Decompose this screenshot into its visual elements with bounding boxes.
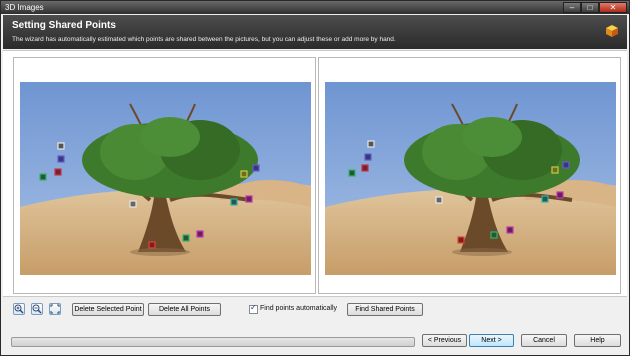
zoom-in-icon [14, 304, 24, 314]
wizard-footer: < Previous Next > Cancel Help [1, 329, 629, 355]
find-automatically-label[interactable]: Find points automatically [260, 305, 337, 312]
fit-to-window-icon [50, 304, 60, 314]
find-automatically-checkbox[interactable]: ✓ [249, 303, 258, 314]
zoom-out-button[interactable] [31, 303, 43, 315]
next-button[interactable]: Next > [469, 334, 514, 347]
fit-to-window-button[interactable] [49, 303, 61, 315]
page-description: The wizard has automatically estimated w… [12, 36, 396, 43]
window-controls: – □ ✕ [563, 2, 627, 13]
3d-cube-icon [606, 25, 618, 37]
delete-all-points-button[interactable]: Delete All Points [148, 303, 221, 316]
find-shared-points-button[interactable]: Find Shared Points [347, 303, 423, 316]
zoom-in-button[interactable] [13, 303, 25, 315]
close-button[interactable]: ✕ [599, 2, 627, 13]
delete-selected-point-button[interactable]: Delete Selected Point [72, 303, 144, 316]
right-photo-image [325, 82, 616, 275]
left-image-pane[interactable] [13, 57, 316, 294]
wizard-header: Setting Shared Points The wizard has aut… [3, 15, 627, 49]
points-toolbar: Delete Selected Point Delete All Points … [1, 299, 629, 321]
right-photo[interactable] [325, 82, 616, 275]
page-title: Setting Shared Points [12, 20, 116, 31]
left-photo-image [20, 82, 311, 275]
left-photo[interactable] [20, 82, 311, 275]
maximize-button[interactable]: □ [581, 2, 599, 13]
progress-bar [11, 337, 415, 347]
minimize-button[interactable]: – [563, 2, 581, 13]
image-workarea [3, 50, 627, 297]
help-button[interactable]: Help [574, 334, 621, 347]
checkmark-icon: ✓ [250, 303, 257, 312]
previous-button[interactable]: < Previous [422, 334, 467, 347]
cancel-button[interactable]: Cancel [521, 334, 567, 347]
title-bar[interactable]: 3D Images – □ ✕ [1, 1, 629, 14]
zoom-out-icon [32, 304, 42, 314]
right-image-pane[interactable] [318, 57, 621, 294]
wizard-window: 3D Images – □ ✕ Setting Shared Points Th… [0, 0, 630, 356]
window-title: 3D Images [5, 3, 44, 12]
